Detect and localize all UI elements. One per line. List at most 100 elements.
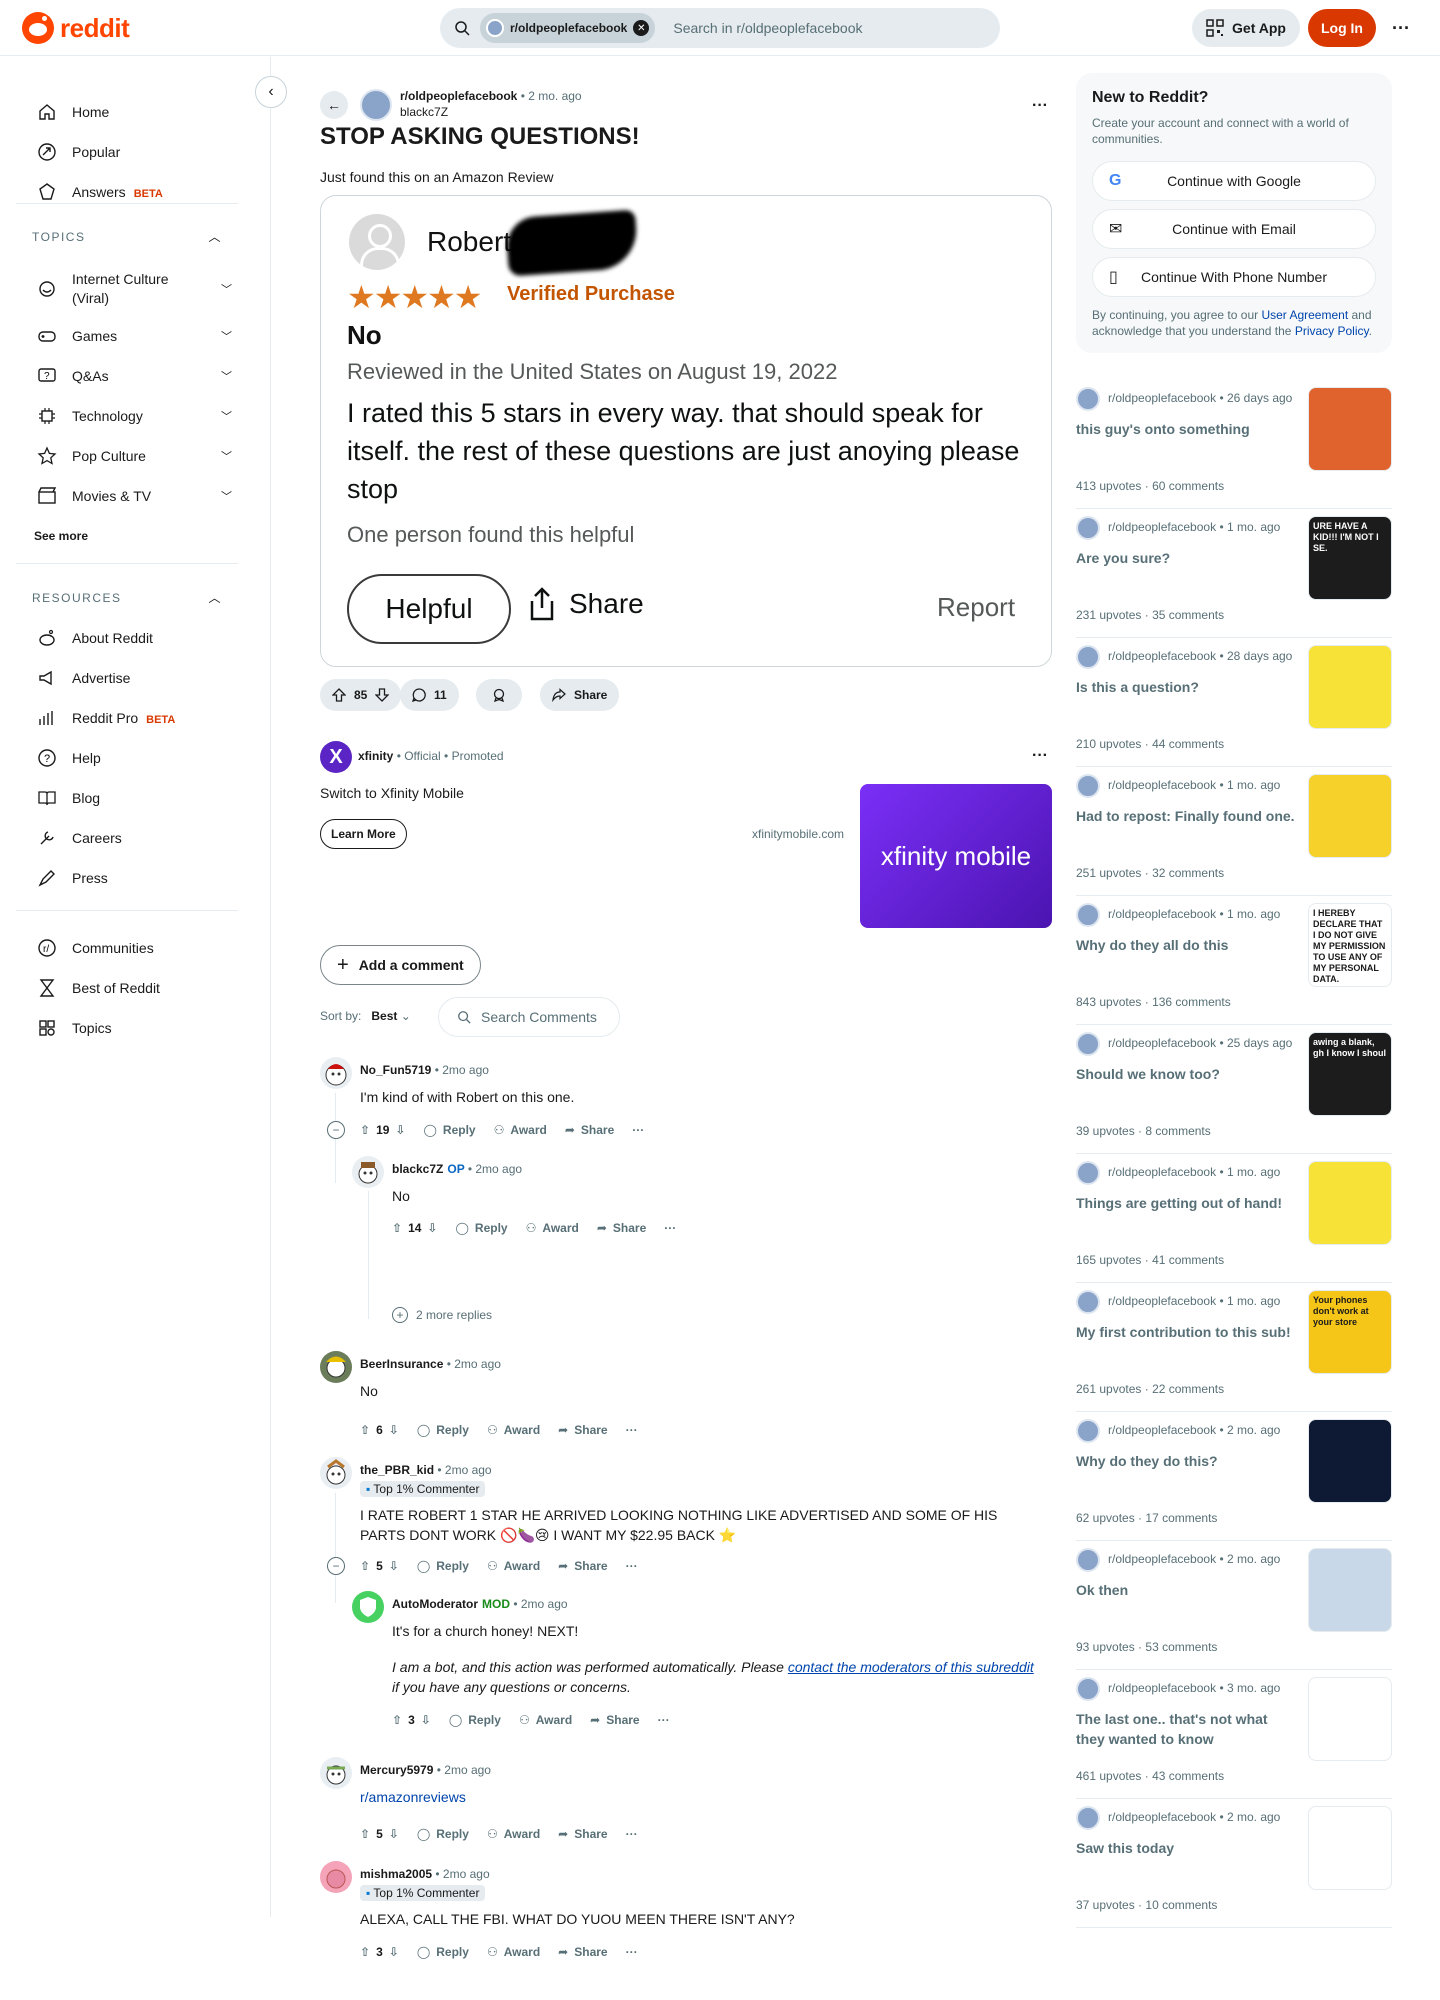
related-post-title[interactable]: My first contribution to this sub! bbox=[1076, 1322, 1296, 1342]
comment-author[interactable]: mishma2005 • 2mo ago bbox=[360, 1867, 490, 1881]
comment-author[interactable]: blackc7Z OP • 2mo ago bbox=[392, 1162, 522, 1176]
downvote-icon[interactable]: ⇩ bbox=[389, 1945, 399, 1959]
post-image[interactable]: Robert Ba ★★★★★ Verified Purchase No Rev… bbox=[320, 195, 1052, 667]
comment-author-name[interactable]: No_Fun5719 bbox=[360, 1063, 431, 1077]
search-bar[interactable]: r/oldpeoplefacebook ✕ Search in r/oldpeo… bbox=[440, 8, 1000, 48]
share-button[interactable]: ➦ Share bbox=[565, 1123, 614, 1137]
related-post-title[interactable]: Ok then bbox=[1076, 1580, 1296, 1600]
reply-button[interactable]: ◯ Reply bbox=[455, 1221, 507, 1235]
more-options-icon[interactable]: ··· bbox=[658, 1713, 670, 1727]
sidebar-item-help[interactable]: ? Help bbox=[36, 738, 226, 778]
subreddit-link[interactable]: r/oldpeoplefacebook bbox=[400, 89, 517, 103]
sidebar-item-careers[interactable]: Careers bbox=[36, 818, 226, 858]
upvote-icon[interactable]: ⇧ bbox=[360, 1827, 370, 1841]
privacy-policy-link[interactable]: Privacy Policy bbox=[1295, 324, 1369, 338]
more-options-icon[interactable]: ··· bbox=[626, 1827, 638, 1841]
downvote-icon[interactable]: ⇩ bbox=[395, 1123, 405, 1137]
upvote-icon[interactable]: ⇧ bbox=[360, 1423, 370, 1437]
advertiser-avatar[interactable]: X bbox=[320, 741, 352, 773]
related-post-title[interactable]: Saw this today bbox=[1076, 1838, 1296, 1858]
related-post-title[interactable]: Should we know too? bbox=[1076, 1064, 1296, 1084]
collapse-thread-icon[interactable]: − bbox=[327, 1557, 345, 1575]
related-post-thumbnail[interactable] bbox=[1308, 1677, 1392, 1761]
related-post-subreddit[interactable]: r/oldpeoplefacebook bbox=[1108, 1294, 1216, 1308]
reply-button[interactable]: ◯ Reply bbox=[417, 1827, 469, 1841]
comment-author[interactable]: BeerInsurance • 2mo ago bbox=[360, 1357, 501, 1371]
subreddit-link[interactable]: r/amazonreviews bbox=[360, 1787, 466, 1807]
related-post-subreddit[interactable]: r/oldpeoplefacebook bbox=[1108, 391, 1216, 405]
related-post[interactable]: r/oldpeoplefacebook • 1 mo. ago Things ar… bbox=[1076, 1155, 1392, 1283]
sidebar-item-internet-culture[interactable]: Internet Culture (Viral) ﹀ bbox=[36, 266, 232, 312]
sidebar-item-pop-culture[interactable]: Pop Culture ﹀ bbox=[36, 436, 232, 476]
related-post-thumbnail[interactable] bbox=[1308, 645, 1392, 729]
more-options-icon[interactable]: ··· bbox=[626, 1945, 638, 1959]
learn-more-button[interactable]: Learn More bbox=[320, 819, 407, 849]
share-button[interactable]: ➦ Share bbox=[558, 1423, 607, 1437]
share-button[interactable]: ➦ Share bbox=[558, 1559, 607, 1573]
search-input[interactable]: Search in r/oldpeoplefacebook bbox=[673, 20, 862, 36]
related-post[interactable]: r/oldpeoplefacebook • 25 days ago Should … bbox=[1076, 1026, 1392, 1154]
back-button[interactable]: ← bbox=[320, 91, 348, 119]
upvote-icon[interactable]: ⇧ bbox=[360, 1945, 370, 1959]
downvote-icon[interactable]: ⇩ bbox=[389, 1423, 399, 1437]
get-app-button[interactable]: Get App bbox=[1192, 9, 1300, 47]
chevron-down-icon[interactable]: ﹀ bbox=[221, 448, 232, 464]
related-post[interactable]: r/oldpeoplefacebook • 1 mo. ago Are you s… bbox=[1076, 510, 1392, 638]
related-post-thumbnail[interactable] bbox=[1308, 774, 1392, 858]
chevron-down-icon[interactable]: ﹀ bbox=[221, 408, 232, 424]
sidebar-item-best-of-reddit[interactable]: Best of Reddit bbox=[36, 968, 226, 1008]
related-post-subreddit[interactable]: r/oldpeoplefacebook bbox=[1108, 1165, 1216, 1179]
award-button[interactable]: ⚇ Award bbox=[487, 1559, 540, 1573]
more-options-icon[interactable]: ··· bbox=[626, 1559, 638, 1573]
avatar[interactable] bbox=[320, 1057, 352, 1089]
see-more-button[interactable]: See more bbox=[34, 529, 88, 543]
related-post-subreddit[interactable]: r/oldpeoplefacebook bbox=[1108, 907, 1216, 921]
downvote-icon[interactable]: ⇩ bbox=[421, 1713, 431, 1727]
related-post[interactable]: r/oldpeoplefacebook • 28 days ago Is this… bbox=[1076, 639, 1392, 767]
upvote-icon[interactable]: ⇧ bbox=[392, 1713, 402, 1727]
chevron-down-icon[interactable]: ﹀ bbox=[221, 328, 232, 344]
related-post-subreddit[interactable]: r/oldpeoplefacebook bbox=[1108, 778, 1216, 792]
more-options-icon[interactable]: ··· bbox=[626, 1423, 638, 1437]
comment-author[interactable]: the_PBR_kid • 2mo ago bbox=[360, 1463, 492, 1477]
sidebar-item-qas[interactable]: ? Q&As ﹀ bbox=[36, 356, 232, 396]
downvote-icon[interactable]: ⇩ bbox=[389, 1827, 399, 1841]
chevron-down-icon[interactable]: ﹀ bbox=[221, 488, 232, 504]
continue-with-google-button[interactable]: G Continue with Google bbox=[1092, 161, 1376, 201]
award-button[interactable]: ⚇ Award bbox=[487, 1945, 540, 1959]
related-post[interactable]: r/oldpeoplefacebook • 2 mo. ago Ok then 93… bbox=[1076, 1542, 1392, 1670]
related-post-thumbnail[interactable]: URE HAVE A KID!!! I'M NOT I SE. bbox=[1308, 516, 1392, 600]
related-post[interactable]: r/oldpeoplefacebook • 1 mo. ago My first … bbox=[1076, 1284, 1392, 1412]
upvote-icon[interactable]: ⇧ bbox=[360, 1123, 370, 1137]
reply-button[interactable]: ◯ Reply bbox=[417, 1559, 469, 1573]
related-post-thumbnail[interactable] bbox=[1308, 1161, 1392, 1245]
sidebar-item-movies-tv[interactable]: Movies & TV ﹀ bbox=[36, 476, 232, 516]
chevron-down-icon[interactable]: ﹀ bbox=[221, 281, 232, 297]
related-post-subreddit[interactable]: r/oldpeoplefacebook bbox=[1108, 1552, 1216, 1566]
collapse-thread-icon[interactable]: − bbox=[327, 1121, 345, 1139]
related-post[interactable]: r/oldpeoplefacebook • 26 days ago this gu… bbox=[1076, 381, 1392, 509]
user-agreement-link[interactable]: User Agreement bbox=[1261, 308, 1348, 322]
related-post-title[interactable]: Why do they all do this bbox=[1076, 935, 1296, 955]
sidebar-item-communities[interactable]: r/ Communities bbox=[36, 928, 226, 968]
more-options-icon[interactable]: ··· bbox=[1386, 13, 1416, 43]
ad-image[interactable]: xfinity mobile bbox=[860, 784, 1052, 928]
related-post-title[interactable]: this guy's onto something bbox=[1076, 419, 1296, 439]
sidebar-item-topics[interactable]: Topics bbox=[36, 1008, 226, 1048]
sidebar-item-answers[interactable]: Answers BETA bbox=[36, 172, 226, 212]
collapse-sidebar-button[interactable]: ‹ bbox=[255, 76, 287, 108]
related-post-title[interactable]: The last one.. that's not what they want… bbox=[1076, 1709, 1296, 1749]
related-post-subreddit[interactable]: r/oldpeoplefacebook bbox=[1108, 649, 1216, 663]
continue-with-phone-button[interactable]: ▯ Continue With Phone Number bbox=[1092, 257, 1376, 297]
comment-author-name[interactable]: Mercury5979 bbox=[360, 1763, 433, 1777]
avatar[interactable] bbox=[320, 1457, 352, 1489]
related-post-thumbnail[interactable]: Your phones don't work at your store bbox=[1308, 1290, 1392, 1374]
award-button[interactable]: ⚇ Award bbox=[519, 1713, 572, 1727]
reddit-logo[interactable]: reddit bbox=[22, 12, 130, 44]
sidebar-item-popular[interactable]: Popular bbox=[36, 132, 226, 172]
related-post-subreddit[interactable]: r/oldpeoplefacebook bbox=[1108, 520, 1216, 534]
downvote-icon[interactable]: ⇩ bbox=[389, 1559, 399, 1573]
share-button[interactable]: ➦ Share bbox=[597, 1221, 646, 1235]
chevron-down-icon[interactable]: ﹀ bbox=[221, 368, 232, 384]
search-comments-input[interactable]: Search Comments bbox=[438, 997, 620, 1037]
